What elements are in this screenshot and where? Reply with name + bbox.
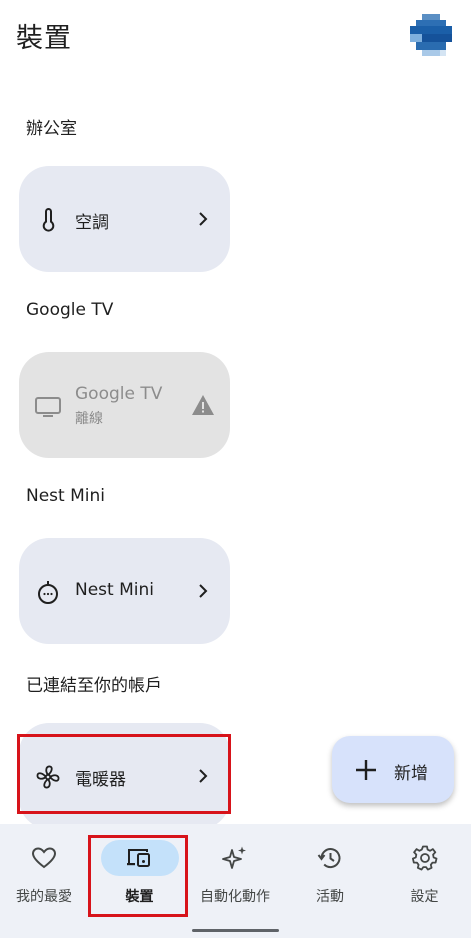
thermometer-icon: [42, 208, 55, 232]
device-name: Google TV: [75, 384, 163, 404]
section-label-nest-mini: Nest Mini: [26, 486, 105, 506]
history-icon: [317, 848, 341, 869]
highlight-box-heater: [17, 734, 231, 814]
device-name: 空調: [75, 213, 109, 233]
nav-label: 我的最愛: [16, 889, 72, 905]
device-tile-nest-mini[interactable]: Nest Mini: [19, 538, 230, 644]
chevron-right-icon: [199, 584, 208, 598]
nav-label: 設定: [410, 889, 439, 905]
nav-label: 活動: [316, 889, 344, 905]
warning-icon: [192, 395, 214, 415]
section-label-google-tv: Google TV: [26, 300, 114, 320]
gear-icon: [412, 845, 438, 871]
section-label-office: 辦公室: [26, 119, 77, 139]
device-name: Nest Mini: [75, 580, 154, 600]
add-button[interactable]: 新增: [332, 736, 454, 803]
device-status: 離線: [75, 411, 103, 427]
highlight-box-devices-nav: [88, 835, 188, 917]
home-indicator: [192, 929, 279, 932]
section-label-linked: 已連結至你的帳戶: [26, 676, 162, 696]
tv-icon: [35, 397, 61, 417]
avatar[interactable]: [410, 14, 452, 60]
add-button-label: 新增: [394, 764, 428, 784]
device-tile-aircon[interactable]: 空調: [19, 166, 230, 272]
nav-item-favorites[interactable]: 我的最愛: [0, 824, 88, 924]
bottom-nav: 我的最愛 裝置 自動化動作 活動 設定: [0, 824, 471, 938]
plus-icon: [356, 760, 376, 780]
nav-item-activity[interactable]: 活動: [284, 824, 376, 924]
device-tile-google-tv[interactable]: Google TV 離線: [19, 352, 230, 458]
nav-label: 自動化動作: [200, 889, 270, 905]
page-title: 裝置: [16, 23, 72, 54]
speaker-icon: [38, 581, 58, 604]
heart-icon: [31, 847, 57, 869]
nav-item-automations[interactable]: 自動化動作: [188, 824, 282, 924]
nav-item-settings[interactable]: 設定: [378, 824, 471, 924]
sparkle-icon: [222, 846, 246, 869]
chevron-right-icon: [199, 212, 208, 226]
